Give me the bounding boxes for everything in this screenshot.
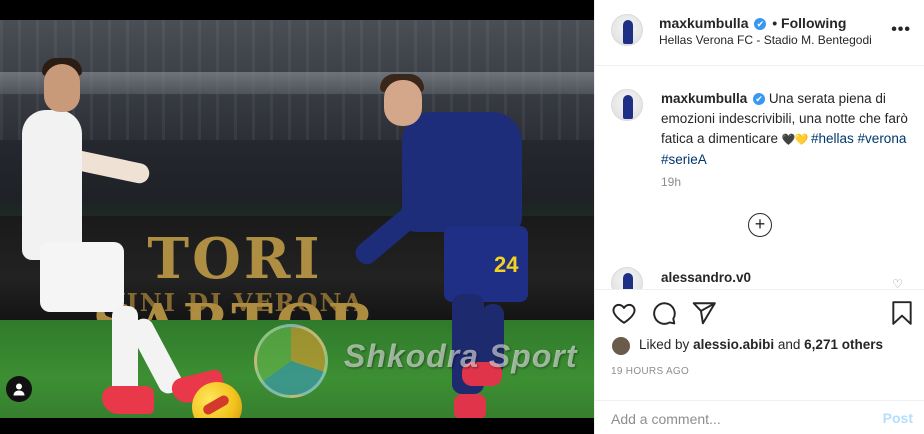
verified-badge-icon: ✔: [753, 93, 766, 106]
hashtag-link[interactable]: #serieA: [661, 152, 707, 167]
player-left-shorts: [40, 242, 124, 312]
player-left-boot: [102, 386, 154, 414]
comments-section: maxkumbulla ✔ Una serata piena di emozio…: [595, 67, 924, 289]
avatar[interactable]: [611, 89, 643, 121]
hashtag-link[interactable]: #verona: [858, 131, 907, 146]
post-caption: maxkumbulla ✔ Una serata piena di emozio…: [661, 89, 911, 170]
watermark-logo-icon: [254, 324, 328, 398]
following-button[interactable]: • Following: [772, 15, 846, 31]
comment-username[interactable]: alessandro.v0: [661, 270, 751, 285]
shorts-number: 24: [494, 252, 519, 277]
verified-badge-icon: ✔: [754, 18, 767, 31]
player-left-shirt: [22, 110, 82, 260]
load-more-comments-icon[interactable]: +: [748, 213, 772, 237]
post-header: maxkumbulla ✔ • Following Hellas Verona …: [595, 0, 924, 66]
photo-scene: TORI SARTOR VINI DI VERONA 24 Shkodra Sp…: [0, 20, 594, 418]
post-side-panel: maxkumbulla ✔ • Following Hellas Verona …: [594, 0, 924, 434]
likes-summary[interactable]: Liked by alessio.abibi and 6,271 others: [611, 337, 883, 352]
avatar[interactable]: [611, 14, 643, 46]
comment-like-heart-icon[interactable]: ♡: [892, 277, 903, 289]
more-options-icon[interactable]: •••: [891, 21, 911, 39]
post-timestamp[interactable]: 19 HOURS AGO: [611, 366, 689, 377]
bookmark-icon[interactable]: [889, 300, 915, 326]
avatar[interactable]: [611, 267, 643, 289]
share-icon[interactable]: [691, 300, 717, 326]
player-right-boot: [454, 394, 486, 418]
stadium-roof: [0, 72, 594, 94]
player-left-leg: [112, 306, 138, 396]
watermark-text: Shkodra Sport: [344, 338, 578, 374]
post-photo[interactable]: TORI SARTOR VINI DI VERONA 24 Shkodra Sp…: [0, 0, 594, 434]
heart-emoji-icon: 🖤💛: [781, 134, 808, 146]
liker-username[interactable]: alessio.abibi: [693, 337, 774, 352]
heart-icon[interactable]: [611, 300, 637, 326]
username-link[interactable]: maxkumbulla: [659, 15, 748, 31]
post-comment-button[interactable]: Post: [883, 410, 913, 426]
comment-input[interactable]: [611, 411, 851, 427]
post-actions: Liked by alessio.abibi and 6,271 others …: [595, 289, 924, 387]
hashtag-link[interactable]: #hellas: [811, 131, 854, 146]
player-left-head: [44, 64, 80, 112]
likes-count[interactable]: 6,271 others: [804, 337, 883, 352]
person-tag-icon[interactable]: [6, 376, 32, 402]
caption-time[interactable]: 19h: [661, 175, 681, 189]
add-comment-bar: Post: [595, 400, 924, 434]
likes-prefix: Liked by: [639, 337, 690, 352]
player-right-head: [384, 80, 422, 126]
caption-username[interactable]: maxkumbulla: [661, 91, 747, 106]
post-author: maxkumbulla ✔ • Following: [659, 15, 846, 31]
comment-icon[interactable]: [651, 300, 677, 326]
player-right-shirt: [402, 112, 522, 232]
location-link[interactable]: Hellas Verona FC - Stadio M. Bentegodi: [659, 33, 872, 47]
likes-and: and: [777, 337, 801, 352]
